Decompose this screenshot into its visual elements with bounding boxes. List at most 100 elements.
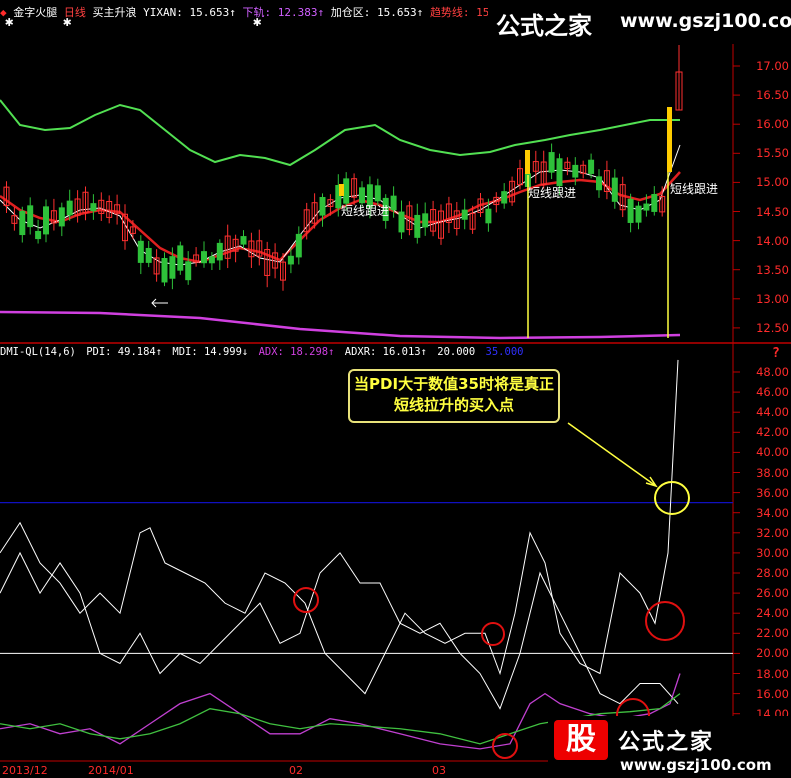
dmi-tick-label: 18.00 xyxy=(756,666,789,681)
dmi-tick-label: 42.00 xyxy=(756,425,789,440)
watermark-url: www.gszj100.com xyxy=(620,10,791,32)
dmi-name: DMI-QL(14,6) xyxy=(0,346,76,358)
trend-line-value: 趋势线: 15 xyxy=(429,6,490,19)
mdi-line xyxy=(0,551,679,710)
candle-body xyxy=(185,261,192,281)
stock-name: 金字火腿 xyxy=(13,6,58,19)
candle-body xyxy=(398,211,405,233)
candle-body xyxy=(201,251,207,264)
candle-body xyxy=(627,198,634,223)
candle-body xyxy=(145,247,152,263)
candle-body xyxy=(35,230,42,240)
candle-body xyxy=(422,213,429,228)
dmi-tick-label: 32.00 xyxy=(756,525,789,540)
ref-20-value: 20.000 xyxy=(437,346,476,358)
signal-tag: 短线跟进 xyxy=(341,204,390,218)
chart-window: { "header":{ "indicator":"金字火腿", "period… xyxy=(0,0,791,778)
watermark-url: www.gszj100.com xyxy=(620,756,772,774)
candle-body xyxy=(390,195,397,211)
highlight-circle xyxy=(645,601,685,641)
dmi-tick-label: 40.00 xyxy=(756,445,789,460)
add-zone-value: 加仓区: 15.653↑ xyxy=(330,6,424,19)
adx-value: ADX: 18.298↑ xyxy=(258,346,335,358)
signal-tag: 短线跟进 xyxy=(528,186,577,200)
candle-body xyxy=(572,164,579,178)
candle-body xyxy=(216,242,223,261)
price-tick-label: 16.00 xyxy=(756,117,789,132)
candle-body xyxy=(58,207,65,227)
candle-body xyxy=(90,203,97,212)
price-tick-label: 14.50 xyxy=(756,204,789,219)
dmi-tick-label: 44.00 xyxy=(756,405,789,420)
signal-bar xyxy=(667,107,672,172)
highlight-circle xyxy=(293,587,319,613)
date-label: 03 xyxy=(432,764,446,777)
stock-logo-icon: 股 xyxy=(554,720,608,760)
formula-name: 买主升浪 xyxy=(92,6,137,19)
dmi-tick-label: 26.00 xyxy=(756,586,789,601)
candle-body xyxy=(177,245,184,271)
dmi-tick-label: 34.00 xyxy=(756,505,789,520)
candle-body xyxy=(287,255,294,265)
candle-body xyxy=(208,256,215,264)
dmi-tick-label: 46.00 xyxy=(756,385,789,400)
price-tick-label: 13.50 xyxy=(756,262,789,277)
candle-body xyxy=(596,176,602,191)
candle-body xyxy=(548,152,555,173)
signal-bar xyxy=(525,150,530,174)
price-tick-label: 13.00 xyxy=(756,291,789,306)
candle-body xyxy=(319,196,326,216)
candle-body xyxy=(635,205,642,223)
price-tick-label: 12.50 xyxy=(756,320,789,335)
candle-body xyxy=(461,209,468,220)
price-tick-label: 14.00 xyxy=(756,233,789,248)
candle-body xyxy=(161,257,168,283)
question-icon[interactable]: ? xyxy=(772,346,780,361)
adxr-value: ADXR: 16.013↑ xyxy=(344,346,427,358)
candle-body xyxy=(137,240,144,263)
candle-body xyxy=(611,177,618,202)
candle-body xyxy=(240,236,247,245)
date-label: 2013/12 xyxy=(2,764,48,777)
price-tick-label: 15.00 xyxy=(756,175,789,190)
dmi-tick-label: 20.00 xyxy=(756,646,789,661)
date-label: 02 xyxy=(289,764,303,777)
header-bar: ◆ 金字火腿 日线 买主升浪 YIXAN: 15.653↑ 下轨: 12.383… xyxy=(0,4,489,20)
annotation-box: 当PDI大于数值35时将是真正短线拉升的买入点 xyxy=(348,369,560,423)
watermark-top: 公式之家 www.gszj100.com xyxy=(488,0,791,44)
pdi-line xyxy=(0,359,679,695)
lower-band-line xyxy=(0,310,681,340)
pdi-value: PDI: 49.184↑ xyxy=(86,346,163,358)
candle-body xyxy=(359,187,365,204)
candle-body xyxy=(19,210,26,236)
candle-body xyxy=(169,256,176,279)
watermark-title: 公式之家 xyxy=(618,730,715,755)
annotation-arrow xyxy=(567,422,657,487)
date-label: 2014/01 xyxy=(88,764,134,777)
dmi-tick-label: 24.00 xyxy=(756,606,789,621)
candle-body xyxy=(651,193,658,212)
candle-body xyxy=(43,206,49,235)
candle-body xyxy=(27,205,34,228)
candle-body xyxy=(485,208,492,224)
candle-body xyxy=(295,233,302,258)
price-tick-label: 17.00 xyxy=(756,59,789,73)
candle-body xyxy=(414,214,421,238)
mdi-value: MDI: 14.999↓ xyxy=(172,346,249,358)
candle-body xyxy=(643,203,650,211)
watermark-bottom: 股 公式之家 www.gszj100.com xyxy=(548,716,791,778)
star-marker: ✱ xyxy=(63,14,72,30)
signal-bar xyxy=(339,184,344,196)
dmi-tick-label: 16.00 xyxy=(756,686,789,701)
dmi-tick-label: 30.00 xyxy=(756,545,789,560)
watermark-title: 公式之家 xyxy=(496,12,592,40)
signal-tag: 短线跟进 xyxy=(670,182,719,196)
price-tick-label: 15.50 xyxy=(756,146,789,161)
dmi-tick-label: 22.00 xyxy=(756,626,789,641)
star-marker: ✱ xyxy=(5,14,14,30)
candle-body xyxy=(501,191,508,204)
candle-body xyxy=(374,185,381,202)
dmi-tick-label: 28.00 xyxy=(756,566,789,580)
ref-35-value: 35.000 xyxy=(485,346,524,358)
dmi-legend: DMI-QL(14,6) PDI: 49.184↑ MDI: 14.999↓ A… xyxy=(0,346,527,358)
